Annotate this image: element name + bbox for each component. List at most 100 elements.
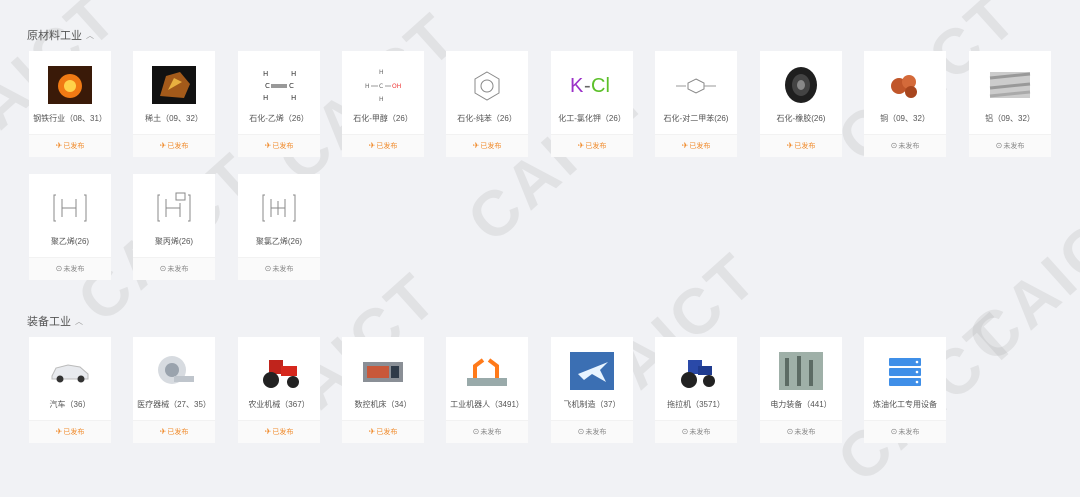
section-title-label: 装备工业	[27, 316, 71, 328]
clock-icon: ⊙	[786, 427, 794, 436]
industry-card[interactable]: 石化-橡胶(26) ✈已发布	[760, 51, 842, 157]
industry-card[interactable]: 钢铁行业（08、31） ✈已发布	[29, 51, 111, 157]
svg-text:C: C	[379, 83, 383, 90]
paraxylene-formula-icon	[674, 65, 718, 105]
steel-furnace-icon	[48, 65, 92, 105]
status-badge[interactable]: ✈已发布	[551, 134, 633, 157]
svg-text:K: K	[570, 75, 584, 97]
industry-card[interactable]: 炼油化工专用设备 ⊙未发布	[864, 337, 946, 443]
pvc-formula-icon	[257, 188, 301, 228]
industry-card[interactable]: 铝（09、32） ⊙未发布	[969, 51, 1051, 157]
svg-text:H: H	[379, 96, 384, 103]
svg-text:H: H	[291, 94, 296, 102]
industry-card[interactable]: 飞机制造（37） ⊙未发布	[551, 337, 633, 443]
status-badge[interactable]: ✈已发布	[760, 134, 842, 157]
tire-icon	[779, 65, 823, 105]
industry-card[interactable]: 石化-纯苯（26） ✈已发布	[446, 51, 528, 157]
industry-card[interactable]: H H C OH H 石化-甲醇（26） ✈已发布	[342, 51, 424, 157]
clock-icon: ⊙	[55, 264, 63, 273]
status-badge[interactable]: ⊙未发布	[446, 420, 528, 443]
industry-card[interactable]: 稀土（09、32） ✈已发布	[133, 51, 215, 157]
chevron-up-icon: ︿	[86, 30, 94, 40]
polypropylene-formula-icon	[152, 188, 196, 228]
status-badge[interactable]: ⊙未发布	[551, 420, 633, 443]
section-title-equipment[interactable]: 装备工业 ︿	[27, 313, 83, 329]
status-label: 已发布	[689, 143, 711, 150]
industry-card[interactable]: 聚乙烯(26) ⊙未发布	[29, 174, 111, 280]
industry-card[interactable]: 聚氯乙烯(26) ⊙未发布	[238, 174, 320, 280]
send-icon: ✈	[368, 427, 376, 436]
send-icon: ✈	[472, 141, 480, 150]
svg-text:-: -	[584, 75, 591, 97]
status-badge[interactable]: ✈已发布	[238, 420, 320, 443]
industry-card[interactable]: H H C C H H 石化-乙烯（26） ✈已发布	[238, 51, 320, 157]
status-badge[interactable]: ✈已发布	[446, 134, 528, 157]
status-badge[interactable]: ⊙未发布	[655, 420, 737, 443]
status-label: 未发布	[585, 429, 607, 436]
industry-card[interactable]: K - Cl 化工-氯化钾（26） ✈已发布	[551, 51, 633, 157]
send-icon: ✈	[159, 427, 167, 436]
send-icon: ✈	[786, 141, 794, 150]
send-icon: ✈	[681, 141, 689, 150]
status-label: 已发布	[63, 143, 85, 150]
status-label: 已发布	[376, 429, 398, 436]
status-badge[interactable]: ✈已发布	[342, 420, 424, 443]
status-badge[interactable]: ⊙未发布	[760, 420, 842, 443]
benzene-ring-icon	[465, 65, 509, 105]
industry-card[interactable]: 农业机械（367） ✈已发布	[238, 337, 320, 443]
status-label: 已发布	[585, 143, 607, 150]
cnc-machine-icon	[361, 351, 405, 391]
status-label: 已发布	[480, 143, 502, 150]
airplane-icon	[570, 351, 614, 391]
tractor-icon	[257, 351, 301, 391]
status-badge[interactable]: ✈已发布	[29, 134, 111, 157]
section-title-label: 原材料工业	[27, 30, 82, 42]
aluminum-bars-icon	[988, 65, 1032, 105]
status-label: 已发布	[272, 143, 294, 150]
server-stack-icon	[883, 351, 927, 391]
send-icon: ✈	[264, 427, 272, 436]
svg-text:H: H	[291, 70, 296, 78]
polyethylene-formula-icon	[48, 188, 92, 228]
status-label: 未发布	[1003, 143, 1025, 150]
status-badge[interactable]: ⊙未发布	[29, 257, 111, 280]
status-badge[interactable]: ✈已发布	[133, 134, 215, 157]
send-icon: ✈	[55, 427, 63, 436]
svg-text:C: C	[289, 82, 294, 90]
status-badge[interactable]: ⊙未发布	[238, 257, 320, 280]
svg-text:OH: OH	[392, 83, 401, 90]
clock-icon: ⊙	[681, 427, 689, 436]
status-label: 未发布	[898, 429, 920, 436]
car-icon	[48, 351, 92, 391]
send-icon: ✈	[577, 141, 585, 150]
status-badge[interactable]: ⊙未发布	[133, 257, 215, 280]
status-label: 已发布	[272, 429, 294, 436]
status-badge[interactable]: ⊙未发布	[969, 134, 1051, 157]
chevron-up-icon: ︿	[75, 316, 83, 326]
status-badge[interactable]: ✈已发布	[29, 420, 111, 443]
send-icon: ✈	[159, 141, 167, 150]
status-badge[interactable]: ✈已发布	[133, 420, 215, 443]
industry-card[interactable]: 铜（09、32） ⊙未发布	[864, 51, 946, 157]
send-icon: ✈	[264, 141, 272, 150]
status-badge[interactable]: ✈已发布	[655, 134, 737, 157]
industry-card[interactable]: 石化-对二甲苯(26) ✈已发布	[655, 51, 737, 157]
clock-icon: ⊙	[577, 427, 585, 436]
industry-card[interactable]: 电力装备（441） ⊙未发布	[760, 337, 842, 443]
section-title-raw-materials[interactable]: 原材料工业 ︿	[27, 27, 94, 43]
status-badge[interactable]: ⊙未发布	[864, 420, 946, 443]
industry-card[interactable]: 汽车（36） ✈已发布	[29, 337, 111, 443]
status-label: 未发布	[898, 143, 920, 150]
industry-card[interactable]: 工业机器人（3491） ⊙未发布	[446, 337, 528, 443]
clock-icon: ⊙	[264, 264, 272, 273]
status-badge[interactable]: ✈已发布	[342, 134, 424, 157]
industry-card[interactable]: 拖拉机（3571） ⊙未发布	[655, 337, 737, 443]
watermark: CAICT	[953, 178, 1080, 376]
industry-card[interactable]: 数控机床（34） ✈已发布	[342, 337, 424, 443]
status-badge[interactable]: ✈已发布	[238, 134, 320, 157]
industry-card[interactable]: 医疗器械（27、35） ✈已发布	[133, 337, 215, 443]
svg-text:H: H	[263, 70, 268, 78]
status-badge[interactable]: ⊙未发布	[864, 134, 946, 157]
industry-card[interactable]: 聚丙烯(26) ⊙未发布	[133, 174, 215, 280]
kcl-icon: K - Cl	[570, 65, 614, 105]
